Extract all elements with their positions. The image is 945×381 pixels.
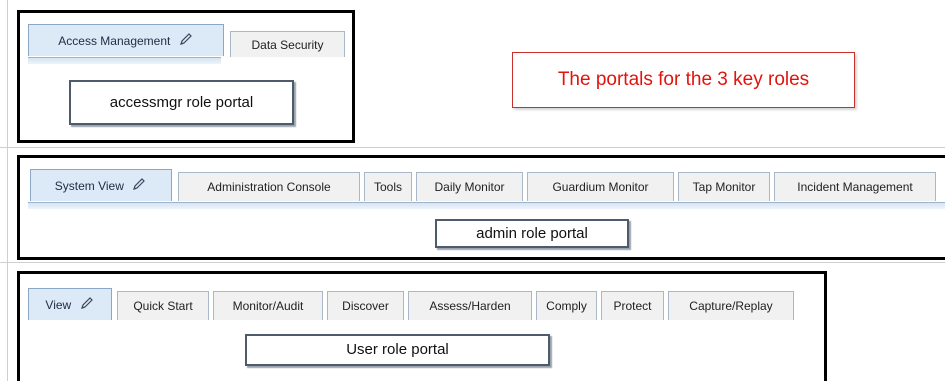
tab-assess-harden[interactable]: Assess/Harden [408, 291, 532, 320]
tab-quick-start[interactable]: Quick Start [117, 291, 209, 320]
portal-label: User role portal [245, 334, 550, 366]
tab-label: Tools [373, 180, 402, 194]
tab-label: Administration Console [207, 180, 331, 194]
tab-monitor-audit[interactable]: Monitor/Audit [213, 291, 323, 320]
portal-label-text: admin role portal [476, 225, 588, 242]
tab-capture-replay[interactable]: Capture/Replay [668, 291, 794, 320]
tab-label: Guardium Monitor [552, 180, 649, 194]
tab-label: Protect [613, 299, 652, 313]
tab-data-security[interactable]: Data Security [230, 31, 345, 57]
tab-label: Incident Management [797, 180, 913, 194]
tab-label: Capture/Replay [689, 299, 773, 313]
portal-label: accessmgr role portal [69, 80, 294, 125]
tab-comply[interactable]: Comply [536, 291, 597, 320]
tab-view[interactable]: View [28, 288, 112, 320]
tab-label: Assess/Harden [429, 299, 511, 313]
tab-label: Data Security [251, 38, 324, 52]
tab-guardium-monitor[interactable]: Guardium Monitor [527, 172, 674, 201]
tab-tap-monitor[interactable]: Tap Monitor [678, 172, 770, 201]
tab-bar: System View Administration Console Tools… [28, 169, 945, 202]
user-portal-frame: View Quick Start Monitor/Audit Discover … [17, 271, 827, 381]
tab-label: Discover [342, 299, 389, 313]
tab-label: Tap Monitor [692, 180, 756, 194]
tab-administration-console[interactable]: Administration Console [178, 172, 360, 201]
tab-protect[interactable]: Protect [601, 291, 664, 320]
divider-line [0, 262, 945, 263]
tab-system-view[interactable]: System View [30, 169, 172, 201]
accessmgr-portal-frame: Access Management Data Security accessmg… [17, 10, 355, 143]
portal-label-text: User role portal [346, 341, 449, 358]
tab-content-strip [28, 57, 221, 64]
portal-label: admin role portal [435, 219, 629, 248]
tab-label: View [45, 298, 72, 312]
divider-line [0, 147, 945, 148]
admin-portal-frame: System View Administration Console Tools… [17, 155, 945, 260]
divider-line [7, 0, 8, 381]
tab-discover[interactable]: Discover [327, 291, 404, 320]
tab-label: Access Management [58, 34, 171, 48]
pencil-icon[interactable] [178, 26, 194, 58]
tab-content-strip [28, 202, 945, 209]
tab-label: Comply [546, 299, 587, 313]
tab-label: Daily Monitor [434, 180, 505, 194]
tab-tools[interactable]: Tools [364, 172, 412, 201]
pencil-icon[interactable] [79, 290, 95, 322]
callout-text: The portals for the 3 key roles [557, 69, 810, 90]
callout-note: The portals for the 3 key roles [512, 52, 855, 108]
pencil-icon[interactable] [131, 171, 147, 203]
portal-label-text: accessmgr role portal [109, 94, 254, 111]
tab-label: Monitor/Audit [232, 299, 304, 313]
tab-label: System View [54, 179, 124, 193]
tab-bar: View Quick Start Monitor/Audit Discover … [28, 288, 824, 321]
tab-daily-monitor[interactable]: Daily Monitor [416, 172, 523, 201]
tab-label: Quick Start [133, 299, 193, 313]
tab-bar: Access Management Data Security [28, 24, 352, 57]
tab-access-management[interactable]: Access Management [28, 24, 224, 56]
tab-incident-management[interactable]: Incident Management [774, 172, 936, 201]
